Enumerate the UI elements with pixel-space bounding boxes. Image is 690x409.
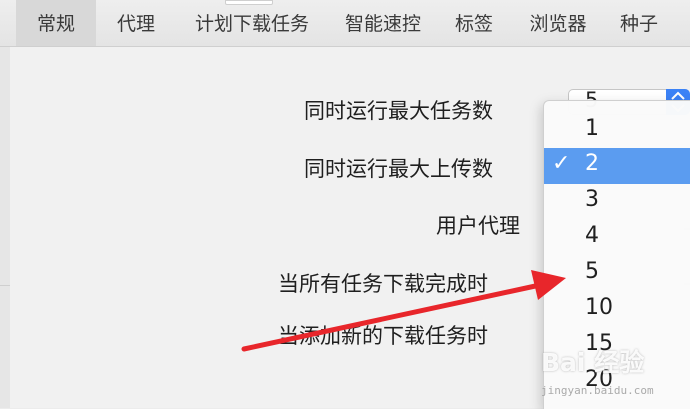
arrow-shaft	[241, 282, 543, 352]
arrow-head	[531, 270, 566, 300]
annotation-arrow	[241, 270, 566, 352]
